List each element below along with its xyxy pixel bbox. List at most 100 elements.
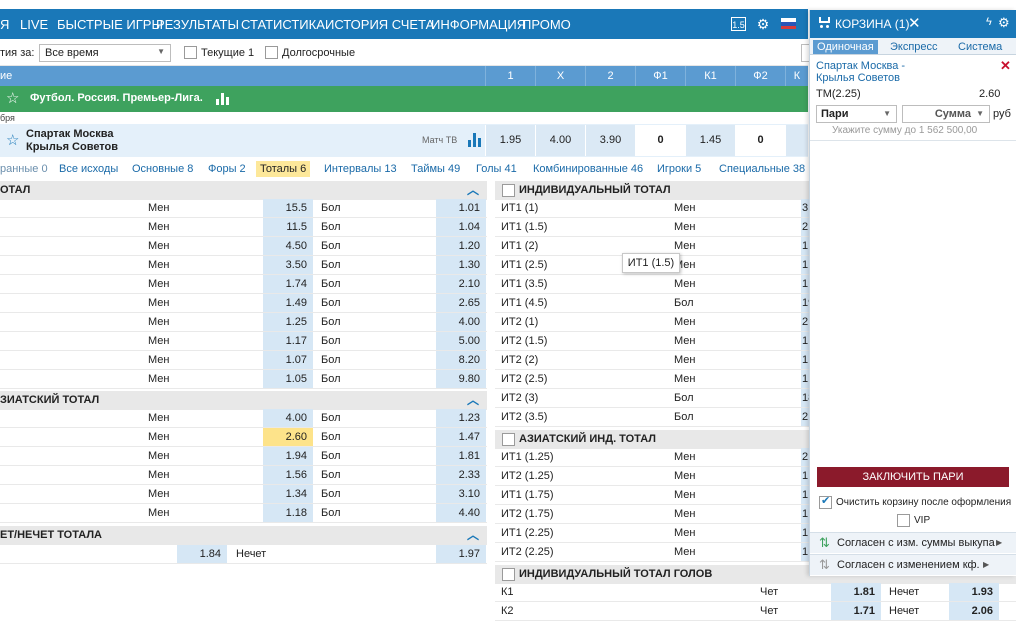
tab-combined[interactable]: Комбинированные 46 (529, 161, 647, 177)
nav-item-live[interactable]: LIVE (20, 17, 48, 32)
over-odd[interactable]: 4.40 (436, 504, 486, 522)
odd-2[interactable]: 3.90 (585, 125, 635, 156)
over-odd[interactable]: 2.10 (436, 275, 486, 293)
collapse-icon[interactable]: ︿ (467, 391, 479, 410)
under-odd[interactable]: 1.34 (263, 485, 313, 503)
tab-main[interactable]: Основные 8 (128, 161, 197, 177)
nav-item-history[interactable]: ИСТОРИЯ СЧЕТА (325, 17, 434, 32)
vip-checkbox[interactable] (897, 514, 910, 527)
over-odd[interactable]: 1.47 (436, 428, 486, 446)
over-odd[interactable]: 1.23 (436, 409, 486, 427)
under-odd[interactable]: 1.56 (263, 466, 313, 484)
under-odd[interactable]: 11.5 (263, 218, 313, 236)
odd-odd[interactable]: 1.93 (949, 583, 999, 601)
over-odd[interactable]: 3.10 (436, 485, 486, 503)
under-odd[interactable]: 4.50 (263, 237, 313, 255)
over-odd[interactable]: 9.80 (436, 370, 486, 388)
bet-type-select[interactable]: Пари ▼ (816, 105, 897, 123)
over-odd[interactable]: 1.20 (436, 237, 486, 255)
lightning-icon[interactable]: ϟ (986, 16, 992, 28)
under-odd[interactable]: 15.5 (263, 199, 313, 217)
asian-total-section-header[interactable]: ЗИАТСКИЙ ТОТАЛ ︿ (0, 391, 487, 410)
team2-name[interactable]: Крылья Советов (26, 141, 118, 153)
odd-k1[interactable]: 1.45 (685, 125, 735, 156)
collapse-icon[interactable]: ︿ (467, 526, 479, 545)
total-section-header[interactable]: ОТАЛ ︿ (0, 181, 487, 200)
even-odd[interactable]: 1.71 (831, 602, 881, 620)
over-odd[interactable]: 1.30 (436, 256, 486, 274)
even-odd[interactable]: 1.81 (831, 583, 881, 601)
nav-item-statistics[interactable]: СТАТИСТИКА (241, 17, 325, 32)
stats-icon[interactable] (216, 93, 230, 105)
tab-goals[interactable]: Голы 41 (472, 161, 521, 177)
agree-coef-option[interactable]: ⇅ Согласен с изменением кф. ▶ (810, 554, 1016, 575)
odd-k2[interactable] (785, 125, 808, 156)
tab-all[interactable]: Все исходы (55, 161, 122, 177)
under-odd[interactable]: 1.94 (263, 447, 313, 465)
indiv-total-checkbox[interactable] (502, 184, 515, 197)
collapse-icon[interactable]: ︿ (467, 181, 479, 200)
over-odd[interactable]: 1.04 (436, 218, 486, 236)
team1-name[interactable]: Спартак Москва (26, 128, 113, 140)
tab-system[interactable]: Система (954, 40, 1006, 54)
under-odd[interactable]: 1.74 (263, 275, 313, 293)
remove-bet-icon[interactable]: ✕ (1000, 58, 1011, 74)
under-odd[interactable]: 1.18 (263, 504, 313, 522)
over-odd[interactable]: 2.33 (436, 466, 486, 484)
over-odd[interactable]: 1.81 (436, 447, 486, 465)
tab-totals[interactable]: Тоталы 6 (256, 161, 311, 177)
tab-single[interactable]: Одиночная (813, 40, 878, 54)
under-odd[interactable]: 1.05 (263, 370, 313, 388)
tab-express[interactable]: Экспресс (886, 40, 942, 54)
gear-icon[interactable]: ⚙ (756, 17, 770, 31)
asian-indiv-section-header[interactable]: АЗИАТСКИЙ ИНД. ТОТАЛ (495, 430, 809, 449)
basket-event-line1[interactable]: Спартак Москва - (816, 60, 905, 72)
star-icon[interactable]: ☆ (6, 89, 19, 107)
league-row[interactable]: ☆ Футбол. Россия. Премьер-Лига. (0, 86, 808, 112)
under-odd[interactable]: 4.00 (263, 409, 313, 427)
odd-odd[interactable]: 2.06 (949, 602, 999, 620)
under-odd[interactable]: 1.07 (263, 351, 313, 369)
close-icon[interactable]: ✕ (908, 14, 921, 32)
tab-special[interactable]: Специальные 38 (715, 161, 809, 177)
under-odd[interactable]: 1.25 (263, 313, 313, 331)
clear-basket-checkbox[interactable]: ✔ (819, 495, 832, 509)
odd-odd-value[interactable]: 1.97 (436, 545, 486, 563)
odd-x[interactable]: 4.00 (535, 125, 585, 156)
nav-item-fast-games[interactable]: БЫСТРЫЕ ИГРЫ (57, 17, 163, 32)
indiv-total-section-header[interactable]: ИНДИВИДУАЛЬНЫЙ ТОТАЛ (495, 181, 809, 200)
under-odd[interactable]: 1.49 (263, 294, 313, 312)
nav-item-info[interactable]: ИНФОРМАЦИЯ (431, 17, 526, 32)
version-badge[interactable]: 1.5 (731, 17, 746, 31)
flag-icon[interactable] (781, 18, 796, 29)
agree-buyout-option[interactable]: ⇅ Согласен с изм. суммы выкупа ▶ (810, 532, 1016, 553)
longterm-checkbox[interactable] (265, 46, 278, 59)
nav-item-promo[interactable]: ПРОМО (522, 17, 571, 32)
odd-1[interactable]: 1.95 (485, 125, 535, 156)
nav-item-results[interactable]: РЕЗУЛЬТАТЫ (156, 17, 239, 32)
over-odd[interactable]: 2.65 (436, 294, 486, 312)
asian-indiv-checkbox[interactable] (502, 433, 515, 446)
under-odd[interactable]: 1.17 (263, 332, 313, 350)
basket-gear-icon[interactable]: ⚙ (998, 15, 1010, 31)
evenodd-section-header[interactable]: ЕТ/НЕЧЕТ ТОТАЛА ︿ (0, 526, 487, 545)
period-select[interactable]: Все время ▼ (39, 44, 171, 62)
tab-selected[interactable]: ранные 0 (0, 161, 52, 177)
over-odd[interactable]: 1.01 (436, 199, 486, 217)
basket-event-line2[interactable]: Крылья Советов (816, 72, 900, 84)
tab-halves[interactable]: Таймы 49 (407, 161, 464, 177)
submit-bet-button[interactable]: ЗАКЛЮЧИТЬ ПАРИ (817, 467, 1009, 487)
tab-intervals[interactable]: Интервалы 13 (320, 161, 401, 177)
even-odd-value[interactable]: 1.84 (177, 545, 227, 563)
goals-checkbox[interactable] (502, 568, 515, 581)
sum-input[interactable]: Сумма ▼ (902, 105, 990, 123)
current-checkbox[interactable] (184, 46, 197, 59)
under-odd[interactable]: 3.50 (263, 256, 313, 274)
over-odd[interactable]: 5.00 (436, 332, 486, 350)
tab-players[interactable]: Игроки 5 (653, 161, 705, 177)
match-stats-icon[interactable] (468, 133, 482, 147)
over-odd[interactable]: 8.20 (436, 351, 486, 369)
under-odd[interactable]: 2.60 (263, 428, 313, 446)
tab-handicaps[interactable]: Форы 2 (204, 161, 250, 177)
nav-item-home[interactable]: Я (0, 17, 9, 32)
